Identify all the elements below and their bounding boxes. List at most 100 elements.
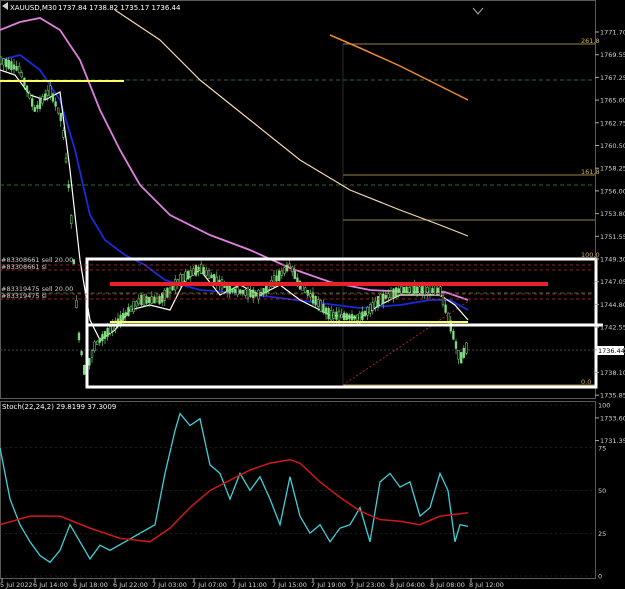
stoch-scale-label: 75 <box>598 444 606 452</box>
candle-body <box>62 130 65 138</box>
candle-body <box>88 358 91 366</box>
candle-body <box>103 331 107 339</box>
candle-body <box>415 286 419 294</box>
candle-body <box>387 293 390 299</box>
price-tick-label: 1767.25 <box>600 74 625 82</box>
price-tick-label: 1771.70 <box>600 29 625 37</box>
candle-body <box>241 289 244 295</box>
candle-body <box>207 270 211 279</box>
candle-body <box>57 107 60 114</box>
candle-body <box>109 326 112 334</box>
stochastic-lines <box>0 412 469 564</box>
candle-body <box>122 313 125 321</box>
order-label-1-sl[interactable]: #83308661 sl <box>1 263 47 271</box>
candle-body <box>59 112 62 122</box>
candle-body <box>244 289 247 296</box>
time-tick-label: 7 Jul 19:00 <box>311 581 346 589</box>
candle-body <box>187 270 190 280</box>
candle-body <box>382 293 385 304</box>
candle-body <box>314 296 317 306</box>
candle-body <box>140 294 143 306</box>
price-tick-label: 1769.55 <box>600 51 625 59</box>
price-tick-label: 1762.75 <box>600 119 625 127</box>
candle-body <box>51 93 55 102</box>
stochastic-title: Stoch(22,24,2) 29.8199 37.3009 <box>2 403 116 411</box>
candle-body <box>132 300 135 312</box>
time-tick-label: 7 Jul 07:00 <box>192 581 227 589</box>
candle-body <box>324 307 328 315</box>
candle-body <box>184 271 187 282</box>
support-resistance-zones[interactable] <box>0 80 603 389</box>
candle-body <box>337 310 341 321</box>
main-chart-border <box>0 0 596 399</box>
candle-body <box>168 287 172 293</box>
candle-body <box>166 287 169 298</box>
candle-body <box>400 286 403 294</box>
order-label-2-sl[interactable]: #83319475 sl <box>1 292 47 300</box>
price-tick-label: 1760.50 <box>600 142 625 150</box>
time-tick-label: 6 Jul 18:00 <box>73 581 108 589</box>
time-axis: 5 Jul 2022 6 Jul 14:00 6 Jul 18:00 6 Jul 22… <box>0 578 504 589</box>
candle-body <box>181 274 185 283</box>
candle-body <box>296 277 299 283</box>
candle-body <box>129 306 133 312</box>
candle-body <box>418 286 421 294</box>
ma-white-line <box>0 69 469 341</box>
candle-body <box>49 85 52 97</box>
candle-body <box>101 334 104 342</box>
fib-level-label: 261.8 <box>581 37 600 45</box>
candle-body <box>249 289 252 298</box>
price-tick-label: 1751.55 <box>600 233 625 241</box>
candle-body <box>371 302 374 311</box>
price-tick-label: 1735.85 <box>600 392 625 400</box>
order-lines[interactable]: #83308661 sell 20.00 #83308661 sl #83319… <box>1 256 73 300</box>
candle-body <box>75 300 78 308</box>
candle-body <box>439 286 442 297</box>
indicator-panel-border <box>0 401 596 579</box>
trading-chart[interactable]: XAUUSD,M30 1737.84 1738.82 1735.17 1736.… <box>0 0 625 589</box>
candle-body <box>335 311 338 320</box>
candle-body <box>33 107 36 112</box>
time-tick-label: 8 Jul 04:00 <box>390 581 425 589</box>
candle-body <box>80 351 83 356</box>
candle-body <box>262 288 265 295</box>
candle-body <box>124 312 127 317</box>
candle-body <box>135 301 138 307</box>
candle-body <box>285 264 289 272</box>
candle-body <box>148 296 151 304</box>
price-tick-label: 1733.60 <box>600 414 625 422</box>
candle-body <box>233 288 237 293</box>
candle-body <box>77 332 81 341</box>
candle-body <box>395 287 398 297</box>
candle-body <box>306 290 309 296</box>
candle-body <box>280 270 283 276</box>
candle-body <box>142 294 146 306</box>
candle-body <box>431 288 434 292</box>
candle-body <box>389 290 393 299</box>
ma-orange-line <box>329 34 469 101</box>
candle-body <box>7 60 10 69</box>
time-tick-label: 7 Jul 11:00 <box>232 581 267 589</box>
price-tick-label: 1742.55 <box>600 324 625 332</box>
stoch-scale-label: 25 <box>598 530 606 538</box>
time-tick-label: 8 Jul 12:00 <box>469 581 504 589</box>
candle-body <box>405 286 408 294</box>
candle-body <box>239 289 242 294</box>
candle-body <box>200 263 203 274</box>
candle-body <box>434 284 437 296</box>
candle-body <box>83 364 86 375</box>
candle-body <box>36 104 39 109</box>
collapse-arrow-icon[interactable] <box>2 2 8 10</box>
price-tick-label: 1749.30 <box>600 256 625 264</box>
stoch-signal-line <box>0 458 469 543</box>
candle-body <box>31 98 34 107</box>
candle-body <box>410 285 413 295</box>
candle-body <box>350 314 354 321</box>
candle-body <box>20 72 23 78</box>
candle-body <box>309 293 312 298</box>
candle-body <box>257 289 260 300</box>
candle-body <box>153 296 156 304</box>
candle-body <box>457 350 460 360</box>
candle-body <box>345 313 348 320</box>
candle-body <box>96 340 99 345</box>
